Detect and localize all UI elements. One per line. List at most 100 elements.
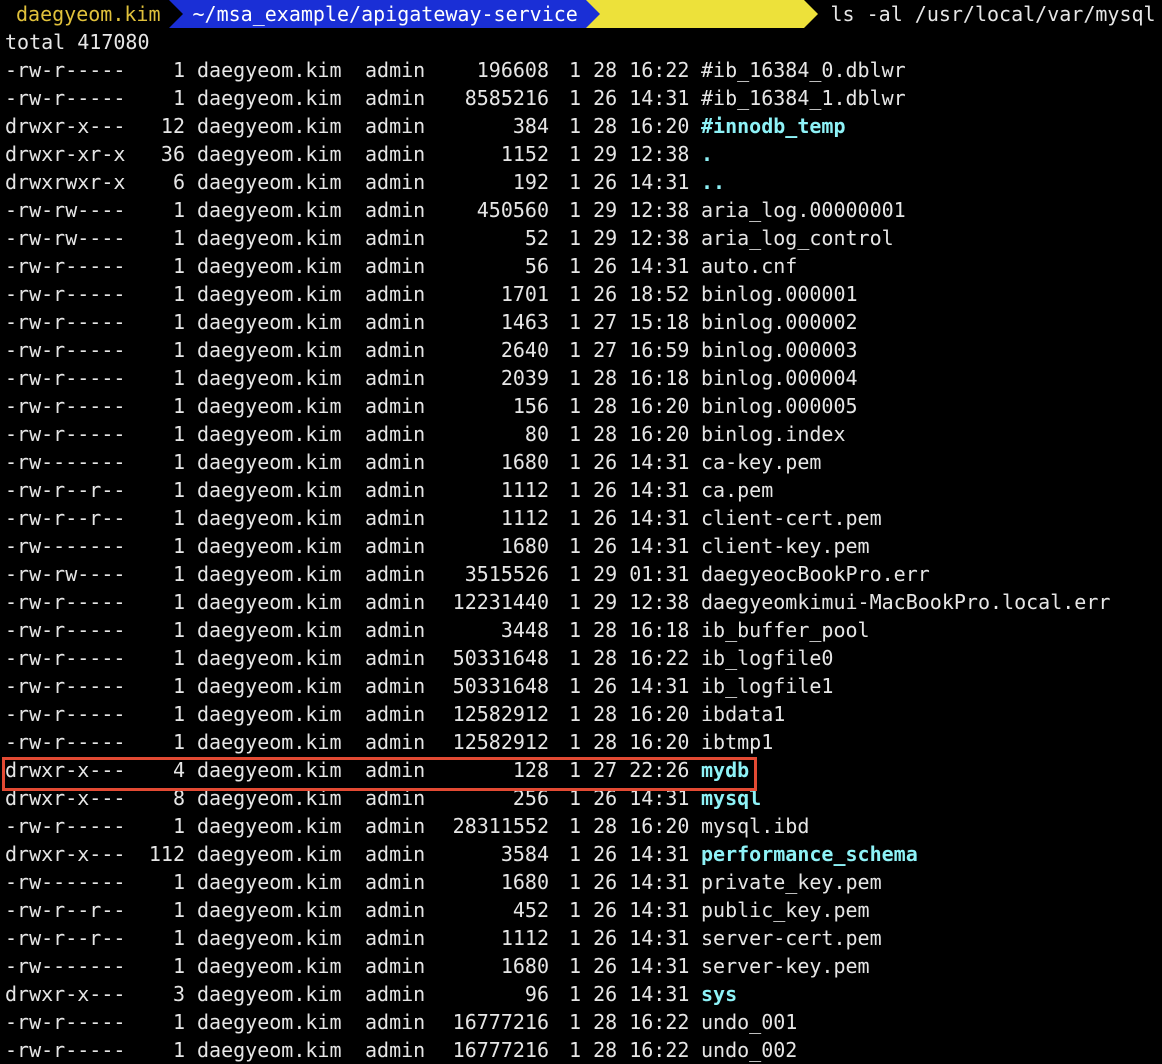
entry-size: 8585216 — [464, 86, 549, 110]
entry-date: 1 29 12:38 — [569, 198, 690, 222]
entry-size: 1680 — [500, 450, 549, 474]
entry-perms: -rw-r----- — [5, 422, 126, 446]
entry-size: 2039 — [500, 366, 549, 390]
entry-date: 1 29 12:38 — [569, 226, 690, 250]
entry-links: 1 — [172, 282, 185, 306]
entry-date: 1 28 16:18 — [569, 366, 690, 390]
entry-owner: daegyeom.kim — [197, 1010, 342, 1034]
entry-owner: daegyeom.kim — [197, 198, 342, 222]
entry-group: admin — [365, 1010, 426, 1034]
entry-links: 1 — [172, 422, 185, 446]
list-item: -rw-r----- 1 daegyeom.kim admin 156 1 28 16:2… — [5, 392, 1155, 420]
entry-owner: daegyeom.kim — [197, 870, 342, 894]
prompt-separator-icon — [804, 0, 819, 28]
entry-date: 1 28 16:20 — [569, 702, 690, 726]
entry-name: server-cert.pem — [701, 926, 882, 950]
entry-name: public_key.pem — [701, 898, 870, 922]
entry-size: 28311552 — [452, 814, 549, 838]
entry-date: 1 26 14:31 — [569, 506, 690, 530]
entry-perms: -rw-r----- — [5, 394, 126, 418]
entry-name: client-cert.pem — [701, 506, 882, 530]
entry-name: . — [701, 142, 714, 166]
entry-size: 12582912 — [452, 702, 549, 726]
entry-name: server-key.pem — [701, 954, 870, 978]
entry-size: 1680 — [500, 534, 549, 558]
entry-size: 1680 — [500, 870, 549, 894]
list-item: drwxr-x--- 12 daegyeom.kim admin 384 1 28 16:… — [5, 112, 1155, 140]
entry-name: aria_log_control — [701, 226, 894, 250]
entry-perms: -rw-r----- — [5, 1038, 126, 1062]
entry-group: admin — [365, 254, 426, 278]
entry-owner: daegyeom.kim — [197, 450, 342, 474]
entry-owner: daegyeom.kim — [197, 730, 342, 754]
entry-perms: -rw-r----- — [5, 282, 126, 306]
entry-owner: daegyeom.kim — [197, 226, 342, 250]
entry-name: mysql.ibd — [701, 814, 810, 838]
entry-owner: daegyeom.kim — [197, 254, 342, 278]
entry-name: ca-key.pem — [701, 450, 822, 474]
entry-date: 1 26 14:31 — [569, 898, 690, 922]
entry-perms: -rw-r----- — [5, 254, 126, 278]
entry-links: 1 — [172, 590, 185, 614]
entry-group: admin — [365, 590, 426, 614]
entry-owner: daegyeom.kim — [197, 926, 342, 950]
entry-group: admin — [365, 982, 426, 1006]
highlight-box — [2, 757, 757, 791]
entry-links: 12 — [160, 114, 185, 138]
entry-perms: -rw-rw---- — [5, 198, 126, 222]
entry-links: 1 — [172, 254, 185, 278]
entry-date: 1 26 14:31 — [569, 534, 690, 558]
entry-perms: drwxr-x--- — [5, 842, 126, 866]
entry-size: 1112 — [500, 478, 549, 502]
entry-group: admin — [365, 730, 426, 754]
list-item: -rw-r--r-- 1 daegyeom.kim admin 1112 1 26 14:… — [5, 504, 1155, 532]
entry-group: admin — [365, 310, 426, 334]
entry-links: 6 — [172, 170, 185, 194]
entry-group: admin — [365, 450, 426, 474]
entry-group: admin — [365, 506, 426, 530]
entry-date: 1 26 14:31 — [569, 478, 690, 502]
entry-size: 16777216 — [452, 1010, 549, 1034]
entry-links: 1 — [172, 198, 185, 222]
entry-date: 1 26 14:31 — [569, 170, 690, 194]
entry-links: 1 — [172, 86, 185, 110]
entry-perms: -rw-r----- — [5, 1010, 126, 1034]
list-item: -rw-r----- 1 daegyeom.kim admin 16777216 1 28… — [5, 1036, 1155, 1064]
list-item: -rw-rw---- 1 daegyeom.kim admin 3515526 1 29 … — [5, 560, 1155, 588]
entry-links: 1 — [172, 674, 185, 698]
entry-size: 450560 — [476, 198, 549, 222]
entry-links: 1 — [172, 310, 185, 334]
entry-group: admin — [365, 394, 426, 418]
entry-size: 452 — [512, 898, 549, 922]
entry-date: 1 28 16:22 — [569, 1038, 690, 1062]
entry-name: binlog.000004 — [701, 366, 858, 390]
entry-perms: drwxr-x--- — [5, 114, 126, 138]
entry-links: 1 — [172, 898, 185, 922]
entry-size: 156 — [512, 394, 549, 418]
entry-links: 1 — [172, 1010, 185, 1034]
entry-group: admin — [365, 898, 426, 922]
entry-date: 1 26 14:31 — [569, 450, 690, 474]
list-item: -rw-r----- 1 daegyeom.kim admin 12231440 1 29… — [5, 588, 1155, 616]
entry-date: 1 28 16:20 — [569, 730, 690, 754]
list-item: drwxr-xr-x 36 daegyeom.kim admin 1152 1 29 12… — [5, 140, 1155, 168]
entry-date: 1 29 12:38 — [569, 590, 690, 614]
entry-links: 1 — [172, 450, 185, 474]
entry-owner: daegyeom.kim — [197, 646, 342, 670]
entry-links: 1 — [172, 926, 185, 950]
entry-links: 1 — [172, 506, 185, 530]
entry-owner: daegyeom.kim — [197, 898, 342, 922]
entry-links: 1 — [172, 478, 185, 502]
entry-name: performance_schema — [701, 842, 918, 866]
entry-group: admin — [365, 198, 426, 222]
entry-links: 36 — [160, 142, 185, 166]
entry-group: admin — [365, 1038, 426, 1062]
entry-perms: -rw-r--r-- — [5, 506, 126, 530]
entry-name: #ib_16384_1.dblwr — [701, 86, 906, 110]
list-item: -rw-r----- 1 daegyeom.kim admin 12582912 1 28… — [5, 728, 1155, 756]
list-item: -rw------- 1 daegyeom.kim admin 1680 1 26 14:… — [5, 868, 1155, 896]
entry-perms: -rw-r----- — [5, 310, 126, 334]
entry-name: binlog.index — [701, 422, 846, 446]
entry-perms: -rw------- — [5, 870, 126, 894]
entry-group: admin — [365, 954, 426, 978]
